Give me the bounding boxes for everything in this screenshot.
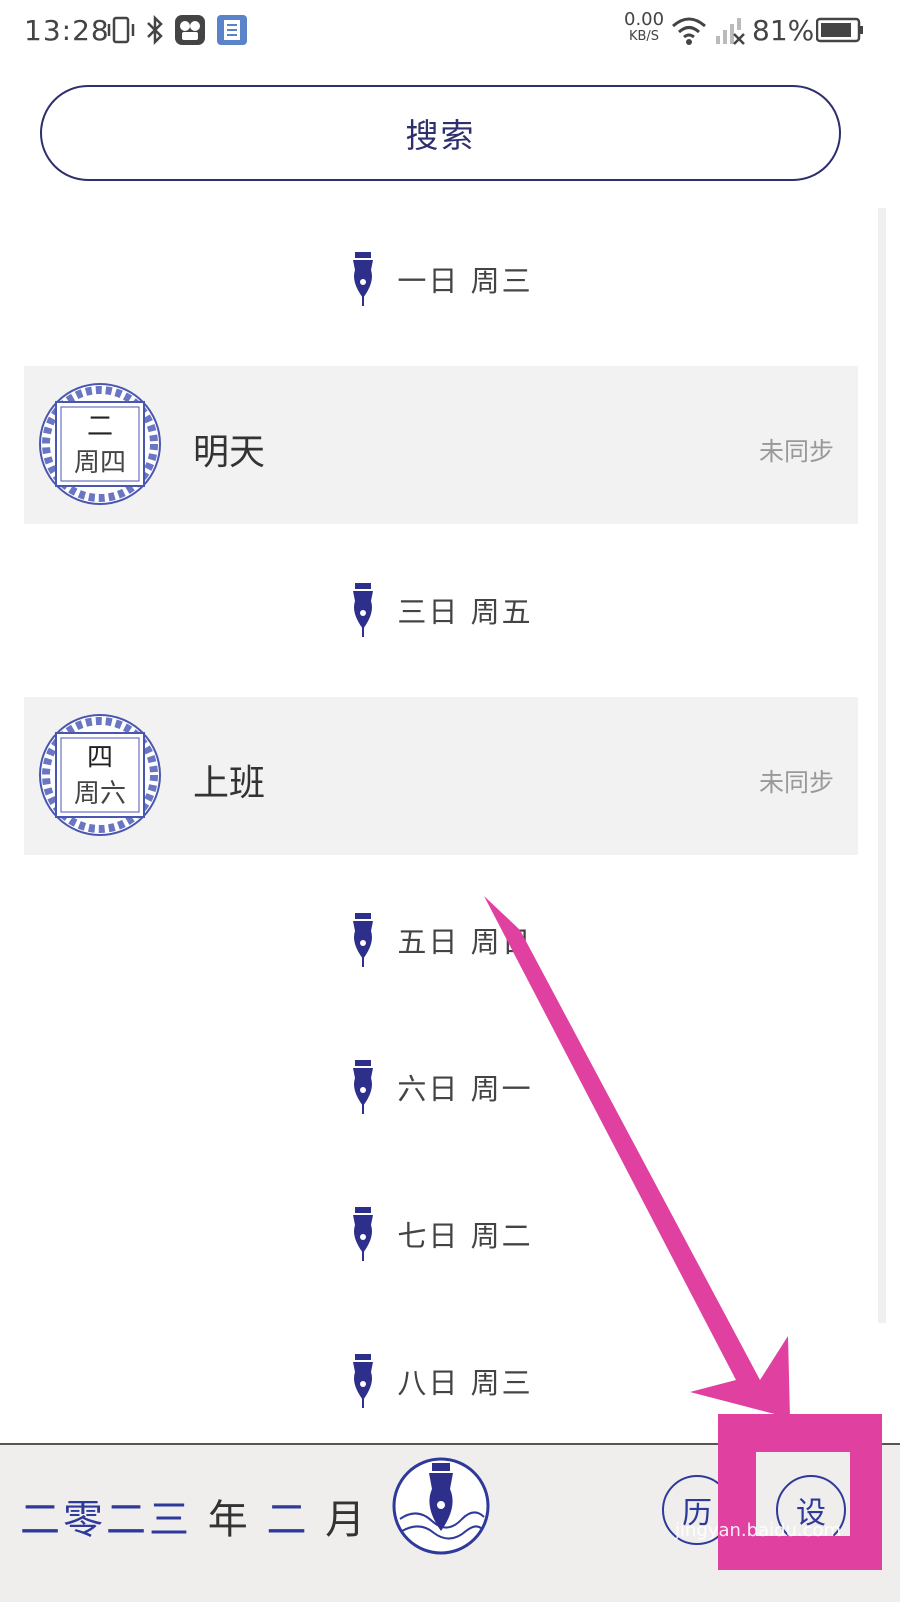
- app-notification-icon: [175, 15, 205, 45]
- day-row[interactable]: 八日 周三: [24, 1346, 858, 1416]
- event-title: 上班: [193, 763, 266, 804]
- month-unit: 月: [325, 1497, 369, 1543]
- search-button[interactable]: 搜索: [40, 85, 841, 181]
- day-label: 七日 周二: [397, 1219, 533, 1253]
- signal-icon: [716, 18, 745, 45]
- event-title: 明天: [193, 432, 266, 473]
- pen-icon: [353, 583, 374, 637]
- day-row[interactable]: 一日 周三: [24, 244, 858, 314]
- scrollbar[interactable]: [878, 208, 886, 1323]
- badge-week: 周六: [73, 779, 126, 809]
- month-year-digits: 二零二三: [20, 1497, 192, 1543]
- sync-status: 未同步: [758, 437, 834, 466]
- pen-icon: [353, 1060, 374, 1114]
- sync-status: 未同步: [758, 768, 834, 797]
- notes-notification-icon: [217, 15, 247, 45]
- new-entry-pen-button[interactable]: [392, 1457, 490, 1555]
- day-row[interactable]: 三日 周五: [24, 575, 858, 645]
- battery-percent: 81%: [752, 14, 815, 47]
- status-time: 13:28: [24, 14, 110, 47]
- badge-week: 周四: [73, 448, 126, 478]
- event-row[interactable]: 四 周六 上班 未同步: [24, 697, 858, 855]
- status-bar: 13:28 0.00 KB/S 81%: [0, 0, 900, 64]
- day-row[interactable]: 七日 周二: [24, 1199, 858, 1269]
- month-year-unit: 年: [207, 1497, 251, 1543]
- pen-icon: [353, 1207, 374, 1261]
- day-row[interactable]: 六日 周一: [24, 1052, 858, 1122]
- pen-icon: [353, 1354, 374, 1408]
- pen-icon: [353, 913, 374, 967]
- battery-icon: [816, 17, 863, 43]
- month-number: 二: [266, 1497, 310, 1543]
- bluetooth-icon: [147, 14, 163, 46]
- pen-icon: [353, 252, 374, 306]
- badge-day: 二: [86, 412, 113, 442]
- watermark-text: jingyan.baidu.com: [675, 1520, 842, 1541]
- day-label: 三日 周五: [397, 595, 533, 629]
- day-row[interactable]: 五日 周日: [24, 905, 858, 975]
- event-row[interactable]: 二 周四 明天 未同步: [24, 366, 858, 524]
- day-label: 五日 周日: [397, 925, 533, 959]
- vibrate-icon: [107, 16, 135, 44]
- month-selector[interactable]: 二零二三 年 二 月: [20, 1487, 368, 1545]
- badge-day: 四: [86, 743, 113, 773]
- search-label: 搜索: [405, 116, 476, 155]
- wifi-icon: [672, 17, 706, 45]
- day-label: 八日 周三: [397, 1366, 533, 1400]
- day-label: 一日 周三: [397, 264, 533, 298]
- day-label: 六日 周一: [397, 1072, 533, 1106]
- net-speed: 0.00 KB/S: [624, 9, 665, 44]
